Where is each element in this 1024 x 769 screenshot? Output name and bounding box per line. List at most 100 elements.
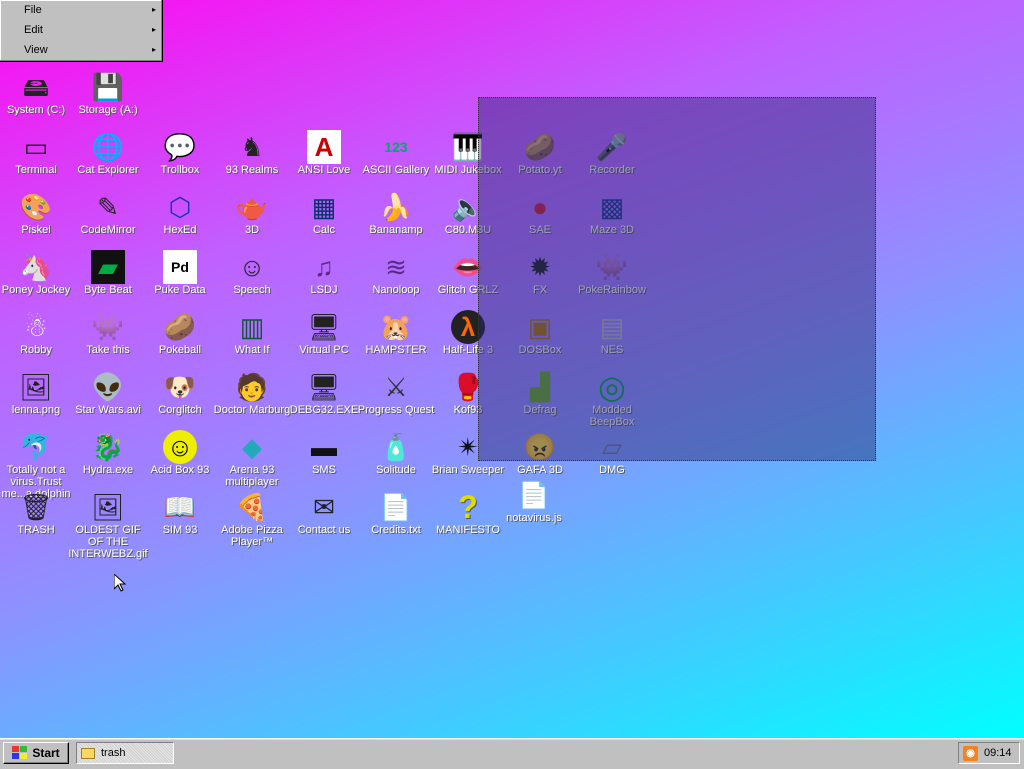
- icon-adobe-pizza-player[interactable]: 🍕 Adobe Pizza Player™: [216, 488, 288, 548]
- gif-file-icon: 🖼: [91, 492, 125, 522]
- chevron-right-icon: ▸: [151, 5, 156, 14]
- icon-nanoloop[interactable]: ≋ Nanoloop: [360, 248, 432, 306]
- hard-drive-icon: 🖴: [22, 72, 50, 102]
- dolphin-icon: 🐬: [19, 432, 53, 462]
- icon-solitude[interactable]: 🧴 Solitude: [360, 428, 432, 486]
- icon-93-realms[interactable]: ♞ 93 Realms: [216, 128, 288, 186]
- icon-arena-93[interactable]: ◆ Arena 93 multiplayer: [216, 428, 288, 488]
- desktop[interactable]: 🖴 System (C:) 💾 Storage (A:) ▭ Terminal 🌐 Ca…: [0, 0, 1024, 738]
- numbers-icon: 123: [384, 139, 408, 155]
- pd-icon: Pd: [163, 250, 197, 284]
- windows-logo-icon: [12, 746, 28, 759]
- mouse-cursor-icon: [114, 574, 126, 592]
- folder-icon: [81, 747, 95, 759]
- icon-3d[interactable]: 🫖 3D: [216, 188, 288, 246]
- icon-progress-quest[interactable]: ⚔ Progress Quest: [358, 368, 434, 426]
- globe-icon: 🌐: [91, 132, 125, 162]
- icon-virtual-pc[interactable]: 🖥 Virtual PC: [288, 308, 360, 366]
- icon-speech[interactable]: ☺ Speech: [216, 248, 288, 306]
- icon-sim-93[interactable]: 📖 SIM 93: [144, 488, 216, 546]
- icon-bananamp[interactable]: 🍌 Bananamp: [360, 188, 432, 246]
- icon-hydra-exe[interactable]: 🐉 Hydra.exe: [72, 428, 144, 486]
- js-file-icon: 📄: [517, 480, 551, 510]
- icon-what-if[interactable]: ▥ What If: [216, 308, 288, 366]
- book-icon: 📖: [163, 492, 197, 522]
- waveform-icon: ▰: [91, 250, 125, 284]
- trash-icon: 🗑: [19, 492, 53, 522]
- letter-a-icon: A: [307, 130, 341, 164]
- icon-terminal[interactable]: ▭ Terminal: [0, 128, 72, 186]
- icon-storage-a[interactable]: 💾 Storage (A:): [72, 68, 144, 126]
- icon-doctor-marburg[interactable]: 🧑 Doctor Marburg: [214, 368, 290, 426]
- taskbar-item-trash[interactable]: trash: [76, 742, 174, 764]
- loop-icon: ≋: [385, 252, 407, 282]
- rss-icon[interactable]: ◉: [963, 745, 978, 761]
- icon-acid-box-93[interactable]: ☺ Acid Box 93: [144, 428, 216, 486]
- face-icon: ☺: [238, 252, 266, 282]
- icon-hexed[interactable]: ⬡ HexEd: [144, 188, 216, 246]
- start-button[interactable]: Start: [3, 742, 69, 764]
- icon-take-this[interactable]: 👾 Take this: [72, 308, 144, 366]
- smiley-icon: ☺: [163, 430, 197, 464]
- icon-puke-data[interactable]: Pd Puke Data: [144, 248, 216, 306]
- icon-codemirror[interactable]: ✎ CodeMirror: [72, 188, 144, 246]
- icon-credits-txt[interactable]: 📄 Credits.txt: [360, 488, 432, 546]
- chevron-right-icon: ▸: [151, 45, 156, 54]
- icon-trash[interactable]: 🗑 TRASH: [0, 488, 72, 546]
- icon-poney-jockey[interactable]: 🦄 Poney Jockey: [0, 248, 72, 306]
- icon-oldest-gif[interactable]: 🖼 OLDEST GIF OF THE INTERWEBZ.gif: [68, 488, 147, 560]
- mail-icon: ✉: [313, 492, 335, 522]
- pony-icon: 🦄: [19, 252, 53, 282]
- cube-color-icon: ◆: [242, 432, 262, 462]
- clock: 09:14: [984, 747, 1012, 759]
- icon-totally-not-a-virus[interactable]: 🐬 Totally not a virus.Trust me...a dolphi…: [0, 428, 72, 500]
- monitor-face-icon: 🖥: [307, 372, 341, 402]
- computer-icon: 🖥: [307, 312, 341, 342]
- icon-ascii-gallery[interactable]: 123 ASCII Gallery: [360, 128, 432, 186]
- context-menu: File ▸ Edit ▸ View ▸: [0, 0, 163, 62]
- icon-robby[interactable]: ☃ Robby: [0, 308, 72, 366]
- banana-icon: 🍌: [379, 192, 413, 222]
- bottle-icon: 🧴: [379, 432, 413, 462]
- potato-ball-icon: 🥔: [163, 312, 197, 342]
- yoda-icon: 👽: [91, 372, 125, 402]
- image-file-icon: 🖼: [19, 372, 53, 402]
- console-black-icon: ▬: [311, 432, 337, 462]
- menu-item-file[interactable]: File ▸: [0, 0, 162, 20]
- icon-corglitch[interactable]: 🐶 Corglitch: [144, 368, 216, 426]
- icon-sms[interactable]: ▬ SMS: [288, 428, 360, 486]
- dragon-icon: 🐉: [91, 432, 125, 462]
- icon-calc[interactable]: ▦ Calc: [288, 188, 360, 246]
- icon-star-wars-avi[interactable]: 👽 Star Wars.avi: [72, 368, 144, 426]
- cube-icon: ⬡: [168, 192, 192, 222]
- icon-byte-beat[interactable]: ▰ Byte Beat: [72, 248, 144, 306]
- palette-icon: 🎨: [19, 192, 53, 222]
- chevron-right-icon: ▸: [151, 25, 156, 34]
- icon-contact-us[interactable]: ✉ Contact us: [288, 488, 360, 546]
- icon-debg32-exe[interactable]: 🖥 DEBG32.EXE: [288, 368, 360, 426]
- menu-item-view[interactable]: View ▸: [0, 40, 162, 60]
- icon-system-c[interactable]: 🖴 System (C:): [0, 68, 72, 126]
- icon-notavirus-js[interactable]: 📄 notavirus.js: [498, 476, 570, 534]
- icon-lsdj[interactable]: ♫ LSDJ: [288, 248, 360, 306]
- pizza-icon: 🍕: [235, 492, 269, 522]
- icon-piskel[interactable]: 🎨 Piskel: [0, 188, 72, 246]
- teapot-icon: 🫖: [235, 192, 269, 222]
- terminal-icon: ▭: [23, 132, 49, 162]
- hamster-icon: 🐹: [379, 312, 413, 342]
- grid-icon: ▥: [239, 312, 265, 342]
- knight-icon: ♞: [240, 132, 264, 162]
- start-label: Start: [32, 746, 60, 760]
- icon-lenna-png[interactable]: 🖼 lenna.png: [0, 368, 72, 426]
- stick-figure-icon: ☃: [24, 312, 48, 342]
- icon-hampster[interactable]: 🐹 HAMPSTER: [360, 308, 432, 366]
- lsdj-icon: ♫: [314, 252, 334, 282]
- icon-ansi-love[interactable]: A ANSI Love: [288, 128, 360, 186]
- chat-icon: 💬: [163, 132, 197, 162]
- icon-trollbox[interactable]: 💬 Trollbox: [144, 128, 216, 186]
- icon-cat-explorer[interactable]: 🌐 Cat Explorer: [72, 128, 144, 186]
- menu-item-edit[interactable]: Edit ▸: [0, 20, 162, 40]
- doctor-icon: 🧑: [235, 372, 269, 402]
- pixel-man-icon: 👾: [91, 312, 125, 342]
- icon-pokeball[interactable]: 🥔 Pokeball: [144, 308, 216, 366]
